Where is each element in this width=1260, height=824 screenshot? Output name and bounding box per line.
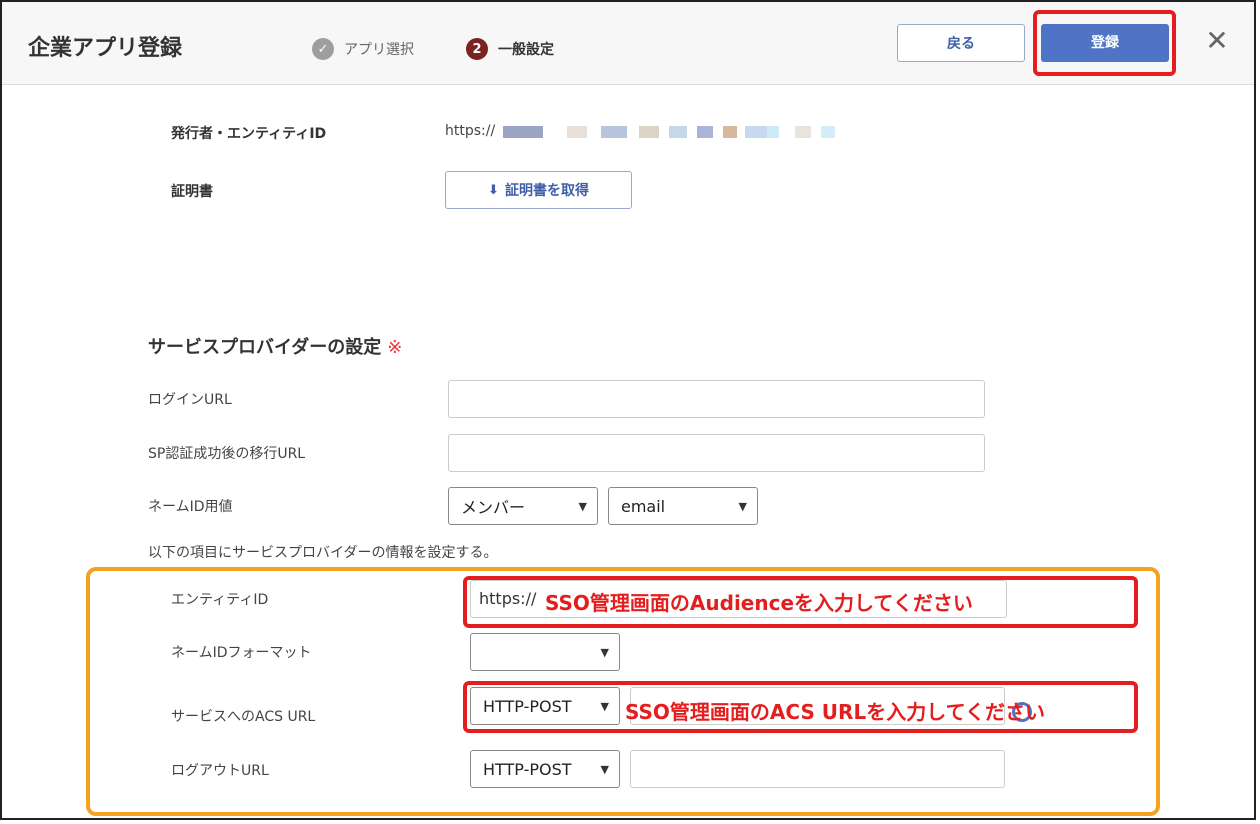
login-url-label: ログインURL [148,392,232,408]
check-icon: ✓ [312,38,334,60]
download-icon: ⬇ [488,182,499,198]
sp-redirect-url-label: SP認証成功後の移行URL [148,446,306,462]
get-certificate-label: 証明書を取得 [504,183,589,199]
step-app-select: ✓ アプリ選択 [312,38,414,60]
logout-url-input[interactable] [630,750,1005,788]
back-button[interactable]: 戻る [897,24,1025,62]
step-label: アプリ選択 [344,42,414,58]
nameid-format-select[interactable]: ▼ [470,633,620,671]
issuer-label: 発行者・エンティティID [171,126,327,142]
nameid-format-label: ネームIDフォーマット [171,645,312,661]
entity-id-label: エンティティID [171,592,269,608]
nameid-source-select[interactable]: メンバー ▼ [448,487,598,525]
entity-id-annotation: SSO管理画面のAudienceを入力してください [545,591,973,615]
get-certificate-button[interactable]: ⬇ 証明書を取得 [445,171,632,209]
sp-info-note: 以下の項目にサービスプロバイダーの情報を設定する。 [148,545,498,561]
acs-url-label: サービスへのACS URL [171,709,316,725]
required-mark: ※ [387,337,403,358]
acs-annotation: SSO管理画面のACS URLを入力してください [625,700,1045,724]
login-url-input[interactable] [448,380,985,418]
chevron-down-icon: ▼ [738,499,747,513]
sp-redirect-url-input[interactable] [448,434,985,472]
page-title: 企業アプリ登録 [28,36,183,61]
step-number-icon: 2 [466,38,488,60]
logout-url-label: ログアウトURL [171,763,269,779]
chevron-down-icon: ▼ [600,645,609,659]
chevron-down-icon: ▼ [578,499,587,513]
certificate-label: 証明書 [171,184,213,200]
nameid-attribute-select[interactable]: email ▼ [608,487,758,525]
redacted-issuer-url [503,126,871,138]
issuer-value: https:// [445,123,496,139]
close-icon[interactable]: ✕ [1204,27,1230,55]
logout-binding-select[interactable]: HTTP-POST ▼ [470,750,620,788]
register-highlight-box [1033,10,1176,76]
nameid-value-label: ネームID用値 [148,499,233,515]
chevron-down-icon: ▼ [600,762,609,776]
sp-settings-title: サービスプロバイダーの設定 ※ [148,337,403,358]
step-general-settings: 2 一般設定 [466,38,554,60]
step-label: 一般設定 [498,42,554,58]
